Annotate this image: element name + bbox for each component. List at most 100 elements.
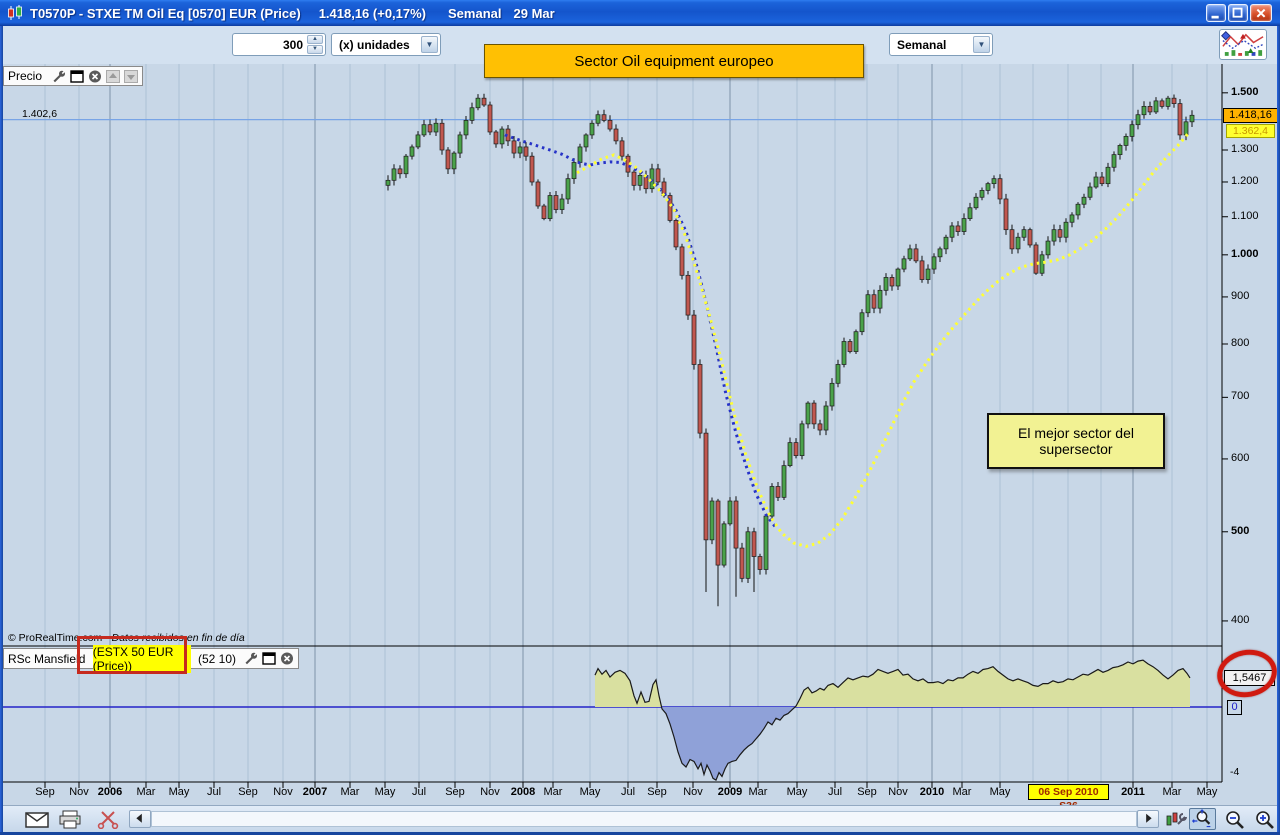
chevron-down-icon[interactable]: ▼ <box>973 36 990 53</box>
time-axis-label: Nov <box>273 786 293 798</box>
wrench-icon[interactable] <box>244 652 258 665</box>
price-panel-header: Precio <box>3 66 143 86</box>
units-count-stepper[interactable]: 300 ▲ ▼ <box>232 33 326 56</box>
time-axis-label: Nov <box>480 786 500 798</box>
price-axis-label: 1.100 <box>1231 210 1259 222</box>
price-axis-label: 1.200 <box>1231 175 1259 187</box>
move-panel-down-icon[interactable] <box>124 70 138 83</box>
price-axis-label: 1.300 <box>1231 143 1259 155</box>
time-axis-label: Nov <box>683 786 703 798</box>
move-panel-up-icon[interactable] <box>106 70 120 83</box>
zoom-out-icon[interactable] <box>1223 810 1247 829</box>
time-axis-label: May <box>580 786 601 798</box>
minimize-button[interactable] <box>1206 4 1226 22</box>
time-axis-label: Mar <box>137 786 156 798</box>
price-panel-title: Precio <box>8 69 42 83</box>
hline-price-label: 1.402,6 <box>22 108 57 120</box>
time-axis-label: Mar <box>749 786 768 798</box>
time-axis-label: 2007 <box>303 786 327 798</box>
timeframe-value: Semanal <box>897 38 946 52</box>
window-title-quote: 1.418,16 (+0,17%) <box>319 6 426 21</box>
zoom-selection-button[interactable] <box>1189 808 1216 830</box>
price-axis-label: 1.500 <box>1231 86 1259 98</box>
indicator-zero-label: 0 <box>1227 700 1242 715</box>
timeframe-dropdown[interactable]: Semanal ▼ <box>889 33 993 56</box>
chevron-down-icon[interactable]: ▼ <box>421 36 438 53</box>
close-button[interactable] <box>1250 4 1272 22</box>
chart-scrollbar[interactable] <box>151 811 1137 827</box>
time-axis-label: May <box>1197 786 1218 798</box>
price-axis-label: 900 <box>1231 290 1249 302</box>
chart-tools-icon[interactable] <box>1164 810 1188 829</box>
window-title-date: 29 Mar <box>514 6 555 21</box>
price-axis-label: 1.000 <box>1231 248 1259 260</box>
time-axis-label: Mar <box>544 786 563 798</box>
window-border-left <box>0 26 3 835</box>
chart-style-icon <box>1221 31 1265 58</box>
time-axis-label: May <box>990 786 1011 798</box>
window-panel-icon[interactable] <box>70 70 84 83</box>
candlestick-window-icon <box>7 5 25 21</box>
time-axis-label: Jul <box>412 786 426 798</box>
print-icon[interactable] <box>58 810 82 829</box>
scissors-icon[interactable] <box>96 810 120 829</box>
maximize-button[interactable] <box>1228 4 1248 22</box>
time-axis-label: Jul <box>207 786 221 798</box>
time-axis-label: 2011 <box>1121 786 1145 798</box>
status-bar <box>3 805 1277 832</box>
sector-annotation-text: Sector Oil equipment europeo <box>574 53 773 70</box>
best-sector-annotation-text: El mejor sector del supersector <box>1003 425 1149 457</box>
time-axis-label: Nov <box>69 786 89 798</box>
wrench-icon[interactable] <box>52 70 66 83</box>
stepper-down-icon[interactable]: ▼ <box>307 45 323 54</box>
candles[interactable] <box>386 94 1194 607</box>
price-axis-label: 500 <box>1231 525 1249 537</box>
time-axis-label: 2010 <box>920 786 944 798</box>
time-axis-label: Jul <box>621 786 635 798</box>
ma-yellow-dotted[interactable] <box>577 131 1190 546</box>
time-axis-label: 2009 <box>718 786 742 798</box>
best-sector-annotation-box[interactable]: El mejor sector del supersector <box>987 413 1165 469</box>
moving-average-value-badge: 1.362,4 <box>1226 124 1275 138</box>
sector-annotation-box[interactable]: Sector Oil equipment europeo <box>484 44 864 78</box>
time-axis-label: May <box>787 786 808 798</box>
cursor-date-badge: 06 Sep 2010 S36 <box>1028 784 1109 800</box>
zoom-in-icon[interactable] <box>1253 810 1277 829</box>
time-axis-label: 2008 <box>511 786 535 798</box>
time-axis-label: 2006 <box>98 786 122 798</box>
time-axis-label: Mar <box>341 786 360 798</box>
stepper-up-icon[interactable]: ▲ <box>307 35 323 44</box>
time-axis-label: Mar <box>1163 786 1182 798</box>
indicator-params: (52 10) <box>195 652 236 666</box>
time-axis-label: Nov <box>888 786 908 798</box>
ma-blue-dotted[interactable] <box>505 135 776 528</box>
scroll-right-button[interactable] <box>1137 810 1159 828</box>
window-titlebar: T0570P - STXE TM Oil Eq [0570] EUR (Pric… <box>0 0 1280 26</box>
price-axis-label: 700 <box>1231 390 1249 402</box>
email-icon[interactable] <box>25 810 49 829</box>
red-rectangle-annotation <box>77 636 187 674</box>
time-axis-label: Sep <box>35 786 55 798</box>
price-axis-label: 600 <box>1231 452 1249 464</box>
close-panel-icon[interactable] <box>88 70 102 83</box>
time-axis-label: Sep <box>647 786 667 798</box>
scroll-left-button[interactable] <box>129 810 151 828</box>
time-axis-label: Jul <box>828 786 842 798</box>
time-axis-label: Sep <box>857 786 877 798</box>
time-axis-label: Sep <box>445 786 465 798</box>
units-mode-dropdown[interactable]: (x) unidades ▼ <box>331 33 441 56</box>
time-axis-label: May <box>375 786 396 798</box>
chart-style-button[interactable] <box>1219 29 1267 60</box>
window-title-timeframe: Semanal <box>448 6 501 21</box>
prorealtime-window: T0570P - STXE TM Oil Eq [0570] EUR (Pric… <box>0 0 1280 835</box>
time-axis-label: Sep <box>238 786 258 798</box>
price-axis-label: 400 <box>1231 614 1249 626</box>
close-panel-icon[interactable] <box>280 652 294 665</box>
window-panel-icon[interactable] <box>262 652 276 665</box>
price-axis-label: 800 <box>1231 337 1249 349</box>
last-price-badge: 1.418,16 <box>1223 108 1278 123</box>
units-count-value: 300 <box>283 38 303 52</box>
units-mode-value: (x) unidades <box>339 38 410 52</box>
time-axis-label: May <box>169 786 190 798</box>
indicator-min-label: -4 <box>1230 766 1239 778</box>
